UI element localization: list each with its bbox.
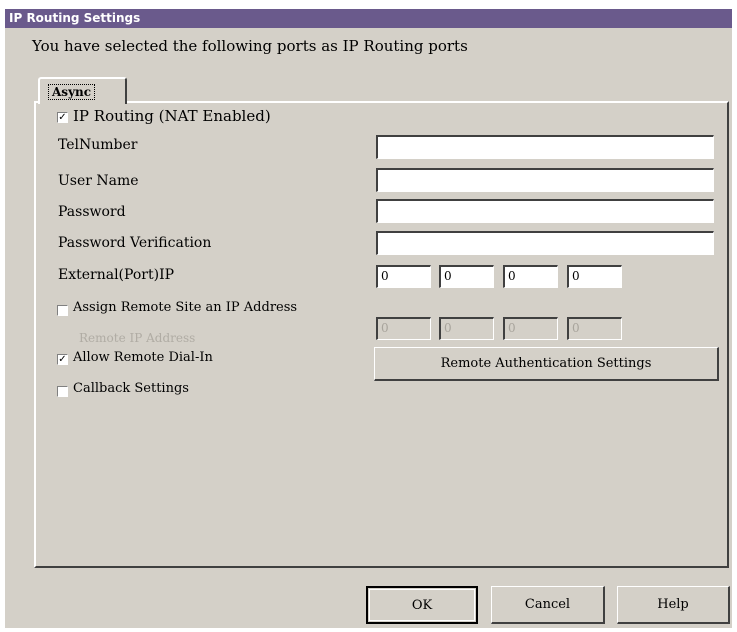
callback-settings-label: Callback Settings <box>73 381 189 396</box>
allow-dialin-checkbox[interactable]: ✓ <box>57 354 68 365</box>
external-ip-octet-4[interactable]: 0 <box>567 265 622 288</box>
callback-settings-checkbox[interactable] <box>57 386 68 397</box>
remote-ip-label: Remote IP Address <box>79 331 196 345</box>
password-label: Password <box>58 204 126 220</box>
ip-routing-checkbox[interactable]: ✓ <box>57 112 68 123</box>
external-ip-octet-2[interactable]: 0 <box>439 265 494 288</box>
user-name-label: User Name <box>58 173 139 189</box>
user-name-input[interactable] <box>376 168 714 192</box>
tab-async-label: Async <box>48 84 96 100</box>
assign-remote-ip-label: Assign Remote Site an IP Address <box>73 300 298 315</box>
help-button[interactable]: Help <box>617 586 730 624</box>
remote-ip-octet-2: 0 <box>439 317 494 340</box>
allow-dialin-check-mark: ✓ <box>58 354 67 365</box>
tab-async[interactable]: Async <box>38 77 127 104</box>
remote-ip-octet-4: 0 <box>567 317 622 340</box>
tel-number-input[interactable] <box>376 135 714 159</box>
intro-text: You have selected the following ports as… <box>32 37 468 55</box>
password-verification-input[interactable] <box>376 231 714 255</box>
external-ip-label: External(Port)IP <box>58 267 175 283</box>
ip-routing-check-mark: ✓ <box>58 112 67 123</box>
dialog-window: IP Routing Settings You have selected th… <box>5 9 732 628</box>
assign-remote-ip-checkbox[interactable] <box>57 305 68 316</box>
external-ip-octet-1[interactable]: 0 <box>376 265 431 288</box>
password-input[interactable] <box>376 199 714 223</box>
external-ip-octet-3[interactable]: 0 <box>503 265 558 288</box>
ok-button[interactable]: OK <box>366 586 478 624</box>
window-title: IP Routing Settings <box>9 11 141 25</box>
ip-routing-label: IP Routing (NAT Enabled) <box>73 107 271 125</box>
allow-dialin-label: Allow Remote Dial-In <box>73 350 213 365</box>
remote-ip-octet-1: 0 <box>376 317 431 340</box>
cancel-button[interactable]: Cancel <box>491 586 605 624</box>
password-verification-label: Password Verification <box>58 235 212 251</box>
tel-number-label: TelNumber <box>58 137 138 153</box>
title-bar[interactable]: IP Routing Settings <box>5 9 732 28</box>
remote-ip-octet-3: 0 <box>503 317 558 340</box>
remote-authentication-settings-button[interactable]: Remote Authentication Settings <box>374 347 719 381</box>
